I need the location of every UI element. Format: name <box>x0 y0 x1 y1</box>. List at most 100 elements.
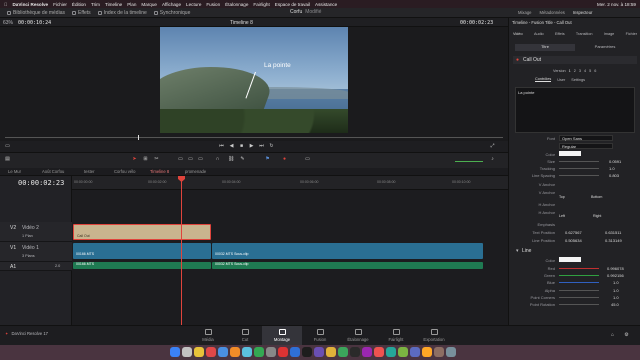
menu-trim[interactable]: Trim <box>91 2 100 7</box>
style-select[interactable]: Regular <box>559 143 613 149</box>
rotation-value[interactable]: 45.0 <box>611 302 619 307</box>
version-3[interactable]: 3 <box>579 69 581 73</box>
text-pos-x[interactable]: 0.627567 <box>565 230 582 235</box>
red-value[interactable]: 0.996078 <box>607 266 624 271</box>
replace-icon[interactable]: ▭ <box>198 157 203 162</box>
timeline-ruler[interactable]: 00:00:00:00 00:00:02:00 00:00:04:00 00:0… <box>72 176 508 190</box>
timeline-name[interactable]: Timeline 8 <box>230 20 253 26</box>
mail-icon[interactable] <box>242 347 252 357</box>
edit-index-button[interactable]: Index de la timeline <box>97 10 147 16</box>
settings-icon[interactable]: ⚙ <box>624 333 629 338</box>
video-clip[interactable]: 00166.MTS <box>73 243 211 259</box>
color-swatch[interactable] <box>559 151 581 156</box>
corners-slider[interactable] <box>559 297 599 298</box>
audio-meter-icon[interactable]: ♪ <box>490 157 495 162</box>
menu-etalonnage[interactable]: Étalonnage <box>225 2 248 7</box>
vanchor-top[interactable]: Top <box>559 195 565 199</box>
red-slider[interactable] <box>559 268 599 269</box>
tab-le-mur[interactable]: Le Mur <box>8 169 21 175</box>
hanchor-right[interactable]: Right <box>593 214 601 218</box>
zoom-slider[interactable] <box>455 161 483 162</box>
menu-fairlight[interactable]: Fairlight <box>253 2 269 7</box>
version-2[interactable]: 2 <box>574 69 576 73</box>
messages-icon[interactable] <box>254 347 264 357</box>
playhead[interactable] <box>181 176 182 325</box>
terminal-icon[interactable] <box>302 347 312 357</box>
trim-tool-icon[interactable]: ⊞ <box>143 157 148 162</box>
app-menu[interactable]: DaVinci Resolve <box>12 2 48 7</box>
mixer-button[interactable]: Mixage <box>518 10 532 15</box>
apple-icon[interactable]:  <box>4 2 7 7</box>
app-icon[interactable] <box>434 347 444 357</box>
tab-timeline-8[interactable]: Timeline 8 <box>150 169 169 175</box>
rotation-slider[interactable] <box>559 304 599 305</box>
green-value[interactable]: 0.992156 <box>607 273 624 278</box>
alpha-value[interactable]: 1.0 <box>613 288 619 293</box>
reverse-icon[interactable]: ◀ <box>229 144 234 149</box>
tab-tester[interactable]: tester <box>84 169 94 175</box>
effects-button[interactable]: Effets <box>71 10 91 16</box>
line-section-header[interactable]: ▾ Line <box>513 247 637 254</box>
title-clip[interactable]: Call Out <box>73 224 211 240</box>
play-icon[interactable]: ▶ <box>249 144 254 149</box>
media-pool-button[interactable]: Bibliothèque de médias <box>7 10 65 16</box>
viewer-options-icon[interactable]: ▭ <box>5 144 10 149</box>
tracking-slider[interactable] <box>559 168 599 169</box>
green-slider[interactable] <box>559 275 599 276</box>
flag-icon[interactable]: ⚑ <box>265 157 270 162</box>
audio-clip[interactable]: 00166.MTS <box>73 262 211 269</box>
tab-transition[interactable]: Transition <box>576 32 593 36</box>
settings-app-icon[interactable] <box>266 347 276 357</box>
trash-icon[interactable] <box>446 347 456 357</box>
inspector-button[interactable]: Inspecteur <box>573 10 593 15</box>
calendar-icon[interactable] <box>206 347 216 357</box>
menu-espace-travail[interactable]: Espace de travail <box>275 2 310 7</box>
metadata-button[interactable]: Métadonnées <box>540 10 565 15</box>
size-value[interactable]: 0.0591 <box>609 159 621 164</box>
page-edit[interactable]: Montage <box>262 326 302 345</box>
menu-fichier[interactable]: Fichier <box>53 2 67 7</box>
track-header-v2[interactable]: V2 Vidéo 2 1 Plan <box>0 222 72 242</box>
stop-icon[interactable]: ■ <box>239 144 244 149</box>
viewer-scrubber[interactable] <box>5 137 503 138</box>
alpha-slider[interactable] <box>559 290 599 291</box>
page-fairlight[interactable]: Fairlight <box>376 326 416 345</box>
launchpad-icon[interactable] <box>182 347 192 357</box>
menu-fusion[interactable]: Fusion <box>206 2 220 7</box>
tab-settings-ctrl[interactable]: Settings <box>571 78 585 82</box>
finder-icon[interactable] <box>170 347 180 357</box>
page-color[interactable]: Étalonnage <box>338 326 378 345</box>
app-store-icon[interactable] <box>290 347 300 357</box>
corners-value[interactable]: 1.0 <box>613 295 619 300</box>
tab-promenade[interactable]: promenade <box>185 169 206 175</box>
subtab-settings[interactable]: Paramètres <box>575 44 635 51</box>
tab-effects[interactable]: Effets <box>555 32 565 36</box>
go-start-icon[interactable]: ⏮ <box>219 144 224 149</box>
menu-plan[interactable]: Plan <box>127 2 136 7</box>
blue-value[interactable]: 1.0 <box>613 280 619 285</box>
menu-edition[interactable]: Édition <box>72 2 86 7</box>
app-icon[interactable] <box>422 347 432 357</box>
sync-bin-button[interactable]: Synchronique <box>153 10 190 16</box>
fullscreen-icon[interactable]: ⤢ <box>490 144 495 149</box>
page-fusion[interactable]: Fusion <box>300 326 340 345</box>
tab-corfou-velo[interactable]: Corfou vélo <box>114 169 135 175</box>
snapping-icon[interactable]: ∩ <box>215 157 220 162</box>
text-pos-y[interactable]: 0.631511 <box>605 230 621 235</box>
home-icon[interactable]: ⌂ <box>610 333 615 338</box>
text-input[interactable]: La pointe <box>515 87 635 133</box>
tab-video[interactable]: Vidéo <box>513 32 523 36</box>
version-4[interactable]: 4 <box>584 69 586 73</box>
insert-icon[interactable]: ▭ <box>178 157 183 162</box>
vanchor-bottom[interactable]: Bottom <box>591 195 602 199</box>
audio-clip[interactable]: 00032.MTS Sous-clip <box>212 262 483 269</box>
photos-icon[interactable] <box>230 347 240 357</box>
tab-controls[interactable]: Contrôles <box>535 77 552 82</box>
page-deliver[interactable]: Exportation <box>414 326 454 345</box>
page-media[interactable]: Média <box>188 326 228 345</box>
line-color-swatch[interactable] <box>559 257 581 262</box>
section-header[interactable]: ● Call Out <box>513 56 637 64</box>
version-6[interactable]: 6 <box>594 69 596 73</box>
marker-icon[interactable]: ● <box>282 157 287 162</box>
track-header-v1[interactable]: V1 Vidéo 1 3 Plans <box>0 242 72 262</box>
